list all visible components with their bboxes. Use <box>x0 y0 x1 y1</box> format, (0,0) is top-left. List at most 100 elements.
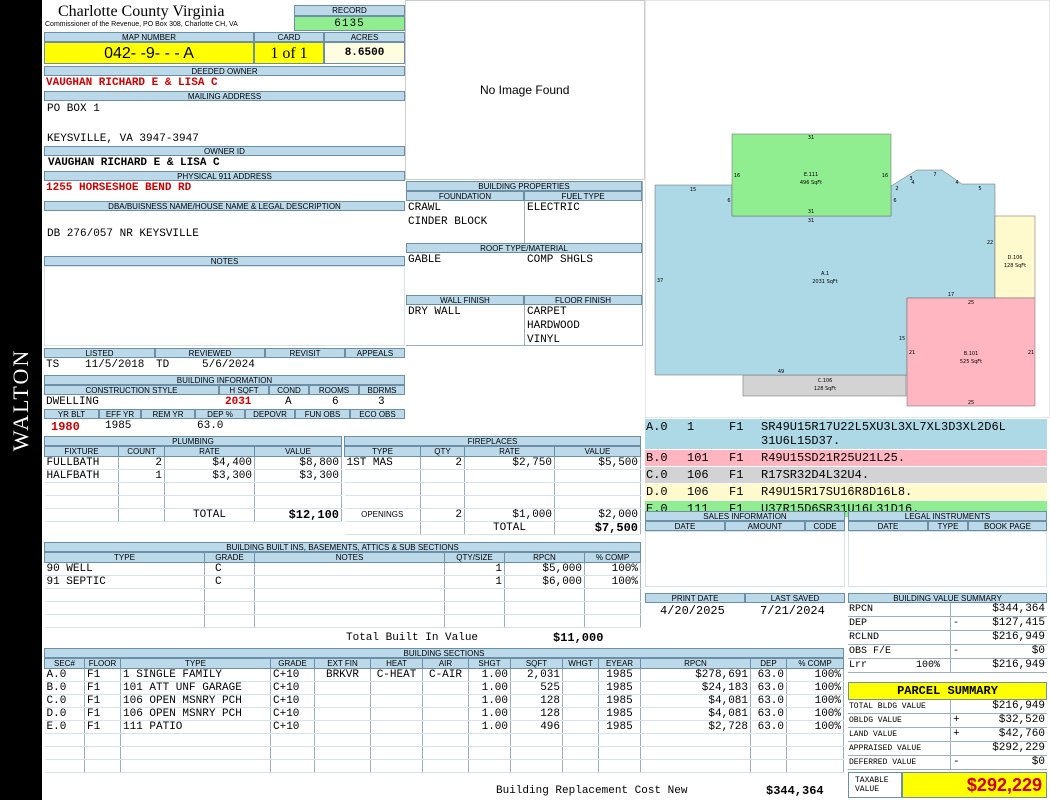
taxable-label: TAXABLE VALUE <box>848 772 902 798</box>
parcel-sign <box>950 742 953 755</box>
dim-label: 25 <box>968 300 974 306</box>
comp <box>786 746 844 760</box>
legend-floor: F1 <box>729 451 744 465</box>
floor-header: FLOOR FINISH <box>524 295 642 305</box>
comp: 100% <box>786 681 844 695</box>
openings-rate: $1,000 <box>464 508 555 522</box>
ext <box>314 759 371 773</box>
col-extfin: EXT FIN <box>314 658 371 669</box>
card-number: 1 of 1 <box>254 42 324 64</box>
col-eyear: EYEAR <box>598 658 641 669</box>
acres-header: ACRES <box>324 32 405 42</box>
col-comp: % COMP <box>786 658 844 669</box>
legal-col-type: TYPE <box>928 521 968 531</box>
col-air: AIR <box>422 658 469 669</box>
record-header: RECORD <box>294 5 405 16</box>
legend-path-line: 31U6L15D37. <box>761 434 841 448</box>
whgt <box>562 733 599 747</box>
sales-body <box>645 531 845 587</box>
floor: F1 <box>84 668 121 682</box>
building-props-header: BUILDING PROPERTIES <box>406 181 642 191</box>
col-comp: % COMP <box>584 552 641 563</box>
summary-row: RPCN $344,364 <box>848 603 1047 617</box>
col-qty: QTY <box>420 446 465 457</box>
dim-label: 4 <box>911 180 914 186</box>
sec: D.0 <box>44 707 85 721</box>
plumbing-total-row: TOTAL $12,100 <box>44 508 342 522</box>
parcel-value: $216,949 <box>992 700 1045 712</box>
shgt <box>468 746 511 760</box>
listed-code: TS <box>46 359 60 371</box>
grade: C+10 <box>270 694 315 708</box>
ext: BRKVR <box>314 668 371 682</box>
depreciation-pct: 63.0 <box>197 420 224 432</box>
county-title: Charlotte County Virginia <box>58 3 225 20</box>
summary-label: RPCN <box>849 604 874 615</box>
count: 2 <box>118 456 165 470</box>
dep <box>750 759 787 773</box>
sec: E.0 <box>44 720 85 734</box>
table-row: A.0 F1 1 SINGLE FAMILY C+10 BRKVR C-HEAT C-AIR… <box>44 668 844 682</box>
dim-label: 16 <box>734 173 740 179</box>
rpcn: $4,081 <box>640 707 751 721</box>
mailing-line1: PO BOX 1 <box>47 103 100 115</box>
col-sqft: SQFT <box>510 658 563 669</box>
parcel-sign: + <box>950 728 960 741</box>
ext <box>314 720 371 734</box>
type <box>120 733 271 747</box>
whgt <box>562 720 599 734</box>
rooms: 6 <box>332 396 339 408</box>
acres-value: 8.6500 <box>324 42 405 64</box>
plumbing-table: FIXTURE COUNT RATE VALUE FULLBATH 2 $4,400 $8,… <box>44 446 342 522</box>
parcel-summary: TOTAL BLDG VALUE $216,949 OBLDG VALUE + $32,… <box>848 700 1047 770</box>
air <box>422 720 469 734</box>
dim-label: 37 <box>657 278 663 284</box>
dep: 63.0 <box>750 668 787 682</box>
table-row <box>44 759 844 773</box>
replacement-cost: $344,364 <box>766 784 824 798</box>
condition: A <box>285 396 292 408</box>
legend-floor: F1 <box>729 485 744 499</box>
type: 106 OPEN MSNRY PCH <box>120 707 271 721</box>
table-row: B.0 F1 101 ATT UNF GARAGE C+10 1.00 525 1985 $2… <box>44 681 844 695</box>
fireplaces-header: FIREPLACES <box>344 436 641 446</box>
floor: F1 <box>84 681 121 695</box>
eyear: 1985 <box>598 707 641 721</box>
value: $5,500 <box>554 456 641 470</box>
legend-path-line: SR49U15R17U22L5XU3L3XL7XL3D3XL2D6L <box>761 420 1006 434</box>
air <box>422 694 469 708</box>
rpcn <box>640 746 751 760</box>
legend-path: R17SR32D4L32U4. <box>761 468 1047 482</box>
effective-year: 1985 <box>105 420 132 432</box>
comp: 100% <box>786 694 844 708</box>
sec: C.0 <box>44 694 85 708</box>
sec <box>44 733 85 747</box>
notes <box>254 562 445 576</box>
fireplace-total: $7,500 <box>554 521 641 535</box>
summary-label: OBS F/E <box>849 646 892 657</box>
floor: F1 <box>84 720 121 734</box>
style-header: CONSTRUCTION STYLE <box>44 385 219 395</box>
sketch-sqft-e: 496 SqFt <box>800 180 822 186</box>
parcel-row: APPRAISED VALUE $292,229 <box>848 742 1047 756</box>
shgt: 1.00 <box>468 694 511 708</box>
qty: 2 <box>420 456 465 470</box>
summary-label: RCLND <box>849 632 880 643</box>
legend-path-line: R17SR32D4L32U4. <box>761 468 870 482</box>
bedrooms: 3 <box>378 396 385 408</box>
rate: $2,750 <box>464 456 555 470</box>
legend-num: 106 <box>687 468 709 482</box>
plumbing-header: PLUMBING <box>44 436 342 446</box>
ext <box>314 681 371 695</box>
dim-label: 21 <box>1028 350 1034 356</box>
summary-label: DEP <box>849 618 868 629</box>
listed-header: LISTED <box>44 348 155 358</box>
grade: C <box>204 562 255 576</box>
physical-address: 1255 HORSESHOE BEND RD <box>46 182 192 194</box>
heat <box>370 746 423 760</box>
fireplaces-table: TYPE QTY RATE VALUE 1ST MAS 2 $2,750 $5,500 OP… <box>344 446 641 535</box>
dim-label: 49 <box>778 369 784 375</box>
dim-label: 31 <box>808 209 814 215</box>
col-sec: SEC# <box>44 658 85 669</box>
summary-row: OBS F/E - $0 <box>848 645 1047 659</box>
